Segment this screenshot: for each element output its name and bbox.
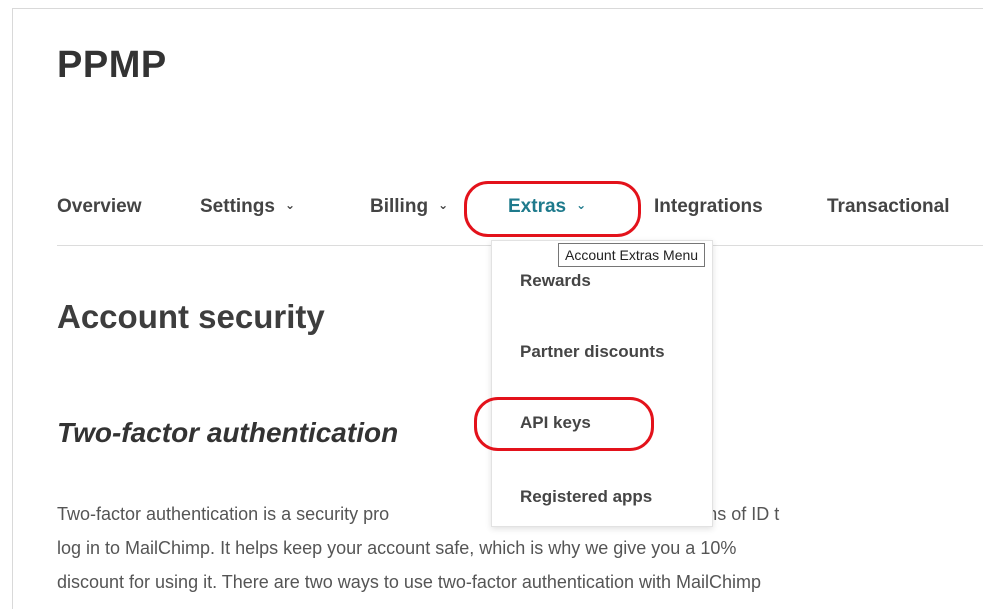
nav-item-label: Integrations bbox=[654, 196, 763, 217]
nav-item-label: Overview bbox=[57, 196, 142, 217]
menu-item-rewards[interactable]: Rewards bbox=[520, 271, 591, 291]
paragraph-line: log in to MailChimp. It helps keep your … bbox=[57, 538, 737, 558]
nav-item-integrations[interactable]: Integrations bbox=[654, 196, 763, 218]
nav-item-overview[interactable]: Overview bbox=[57, 196, 142, 218]
nav-item-billing[interactable]: Billing ⌄ bbox=[370, 196, 448, 218]
chevron-down-icon: ⌄ bbox=[438, 198, 449, 212]
account-name: PPMP bbox=[57, 44, 167, 86]
nav-item-label: Transactional bbox=[827, 196, 950, 217]
nav-item-label: Billing bbox=[370, 196, 429, 217]
section-title: Two-factor authentication bbox=[57, 417, 399, 448]
extras-dropdown-menu: Rewards Partner discounts API keys Regis… bbox=[491, 240, 713, 527]
menu-item-registered-apps[interactable]: Registered apps bbox=[520, 487, 652, 507]
tooltip: Account Extras Menu bbox=[558, 243, 706, 267]
page-title: Account security bbox=[57, 298, 325, 335]
nav-item-transactional[interactable]: Transactional bbox=[827, 196, 950, 218]
api-keys-highlight-oval bbox=[474, 397, 654, 451]
nav-item-label: Settings bbox=[200, 196, 275, 217]
extras-highlight-oval bbox=[464, 181, 641, 237]
nav-item-settings[interactable]: Settings ⌄ bbox=[200, 196, 295, 218]
chevron-down-icon: ⌄ bbox=[284, 198, 296, 212]
menu-item-partner-discounts[interactable]: Partner discounts bbox=[520, 342, 665, 362]
